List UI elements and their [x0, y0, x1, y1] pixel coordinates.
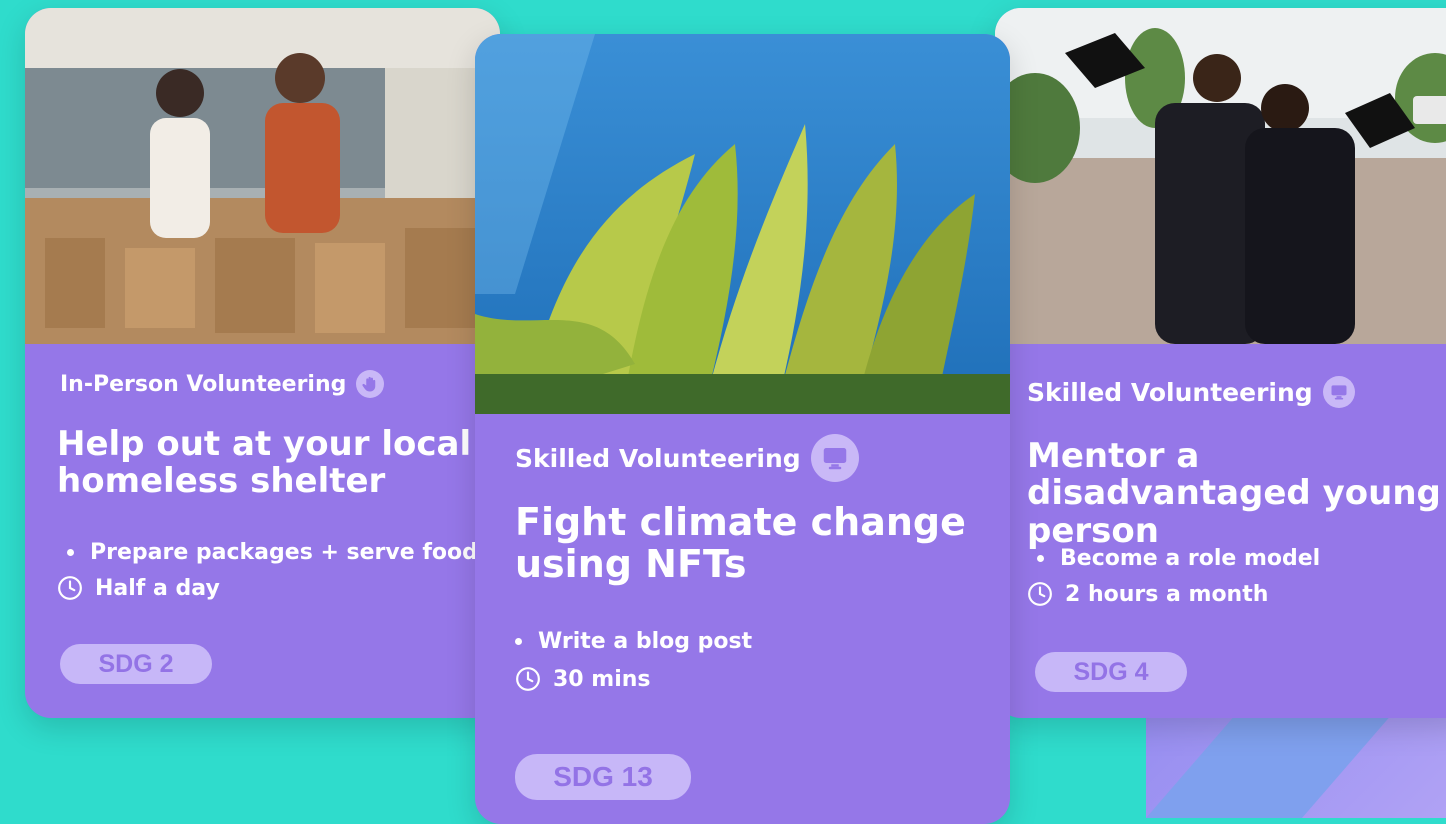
bullet-icon	[67, 549, 74, 556]
opportunity-title: Fight climate change using NFTs	[515, 500, 966, 586]
details-list: Become a role model 2 hours a month	[1027, 546, 1320, 617]
clock-icon	[1027, 581, 1053, 607]
sdg-badge[interactable]: SDG 13	[515, 754, 691, 800]
card-photo-graduates	[995, 8, 1446, 344]
sdg-badge[interactable]: SDG 4	[1035, 652, 1187, 692]
opportunity-card-mentor[interactable]: Skilled Volunteering Mentor a disadvanta…	[995, 8, 1446, 718]
opportunity-card-climate[interactable]: Skilled Volunteering Fight climate chang…	[475, 34, 1010, 824]
category-label: In-Person Volunteering	[60, 370, 385, 398]
clock-icon	[57, 575, 83, 601]
bullet-icon	[515, 638, 522, 645]
card-photo-seagrass	[475, 34, 1010, 414]
category-text: Skilled Volunteering	[1027, 377, 1313, 407]
sdg-badge[interactable]: SDG 2	[60, 644, 212, 684]
task-item: Become a role model	[1027, 546, 1320, 571]
category-label: Skilled Volunteering	[1027, 376, 1355, 408]
duration-item: 2 hours a month	[1027, 581, 1320, 607]
details-list: Prepare packages + serve food Half a day	[57, 540, 478, 611]
task-item: Prepare packages + serve food	[57, 540, 478, 565]
details-list: Write a blog post 30 mins	[515, 629, 752, 704]
opportunity-card-shelter[interactable]: In-Person Volunteering Help out at your …	[25, 8, 500, 718]
monitor-icon	[1322, 376, 1355, 408]
duration-item: Half a day	[57, 575, 478, 601]
card-body: Skilled Volunteering Fight climate chang…	[475, 414, 1010, 824]
task-item: Write a blog post	[515, 629, 752, 654]
monitor-icon	[810, 434, 859, 482]
card-photo-volunteers	[25, 8, 500, 344]
card-body: In-Person Volunteering Help out at your …	[25, 344, 500, 718]
card-body: Skilled Volunteering Mentor a disadvanta…	[995, 344, 1446, 718]
hand-icon	[356, 370, 385, 398]
clock-icon	[515, 666, 541, 692]
category-text: In-Person Volunteering	[60, 371, 347, 397]
opportunity-title: Help out at your local homeless shelter	[57, 424, 472, 502]
opportunity-title: Mentor a disadvantaged young person	[1027, 436, 1441, 551]
bullet-icon	[1037, 555, 1044, 562]
category-label: Skilled Volunteering	[515, 434, 859, 482]
category-text: Skilled Volunteering	[515, 443, 801, 473]
duration-item: 30 mins	[515, 666, 752, 692]
